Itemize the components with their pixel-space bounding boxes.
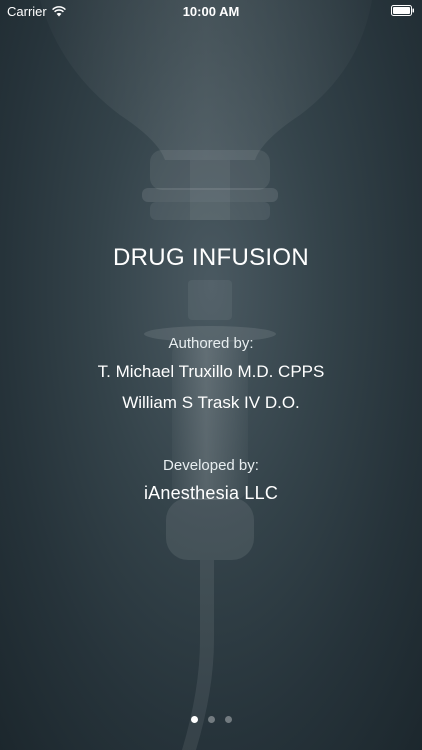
page-dot-active[interactable] <box>190 716 198 723</box>
status-time: 10:00 AM <box>182 4 240 19</box>
page-indicator[interactable] <box>0 716 422 723</box>
developer-name: iAnesthesia LLC <box>143 483 279 503</box>
app-title: DRUG INFUSION <box>113 244 309 271</box>
developed-by-label: Developed by: <box>163 457 259 474</box>
author-name: William S Trask IV D.O. <box>122 393 300 412</box>
author-name: T. Michael Truxillo M.D. CPPS <box>97 362 325 381</box>
page-dot[interactable] <box>207 716 215 723</box>
battery-icon <box>391 5 414 16</box>
status-bar: Carrier 10:00 AM <box>0 0 422 22</box>
authored-by-label: Authored by: <box>168 335 254 352</box>
page-dot[interactable] <box>224 716 232 723</box>
splash-screen[interactable]: Carrier 10:00 AM DRUG INFUSION Authored … <box>0 0 422 750</box>
